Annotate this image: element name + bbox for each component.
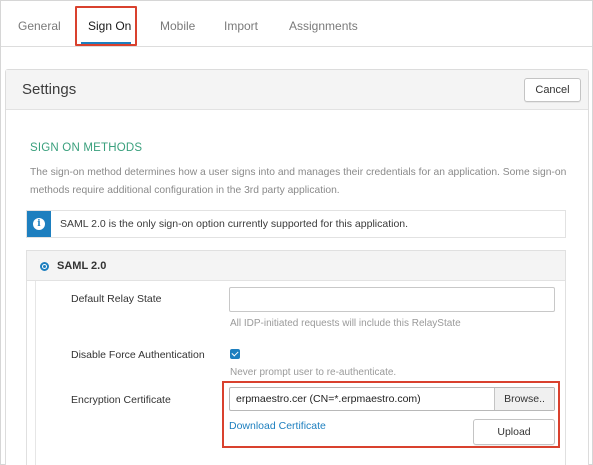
tab-mobile[interactable]: Mobile	[160, 19, 195, 33]
tab-sign-on[interactable]: Sign On	[88, 19, 131, 33]
upload-button[interactable]: Upload	[473, 419, 555, 445]
info-icon: i	[33, 218, 45, 230]
relay-state-label: Default Relay State	[71, 293, 162, 305]
tab-import[interactable]: Import	[224, 19, 258, 33]
settings-header: Settings Cancel	[6, 70, 588, 110]
info-icon-box: i	[27, 211, 51, 237]
relay-state-input[interactable]	[229, 287, 555, 312]
method-inner-border	[35, 281, 36, 465]
section-title: SIGN ON METHODS	[30, 142, 143, 154]
active-tab-underline	[81, 42, 131, 44]
saml-radio-button[interactable]	[40, 262, 49, 271]
cert-file-value: erpmaestro.cer (CN=*.erpmaestro.com)	[236, 393, 421, 405]
info-banner: i SAML 2.0 is the only sign-on option cu…	[26, 210, 566, 238]
saml-method-label: SAML 2.0	[57, 260, 107, 272]
saml-method-header: SAML 2.0	[27, 251, 565, 281]
relay-state-hint: All IDP-initiated requests will include …	[230, 318, 461, 329]
force-auth-checkbox[interactable]	[230, 349, 240, 359]
cancel-button[interactable]: Cancel	[524, 78, 581, 102]
force-auth-hint: Never prompt user to re-authenticate.	[230, 367, 397, 378]
force-auth-label: Disable Force Authentication	[71, 349, 205, 361]
encryption-cert-label: Encryption Certificate	[71, 394, 171, 406]
tab-assignments[interactable]: Assignments	[289, 19, 358, 33]
cert-file-field[interactable]: erpmaestro.cer (CN=*.erpmaestro.com) Bro…	[229, 387, 555, 411]
sign-on-description: The sign-on method determines how a user…	[30, 167, 567, 196]
settings-title: Settings	[22, 81, 77, 98]
tab-bar: General Sign On Mobile Import Assignment…	[1, 1, 592, 47]
download-certificate-link[interactable]: Download Certificate	[229, 420, 326, 432]
tab-general[interactable]: General	[18, 19, 61, 33]
info-text: SAML 2.0 is the only sign-on option curr…	[60, 218, 409, 230]
browse-button[interactable]: Browse..	[494, 388, 554, 410]
